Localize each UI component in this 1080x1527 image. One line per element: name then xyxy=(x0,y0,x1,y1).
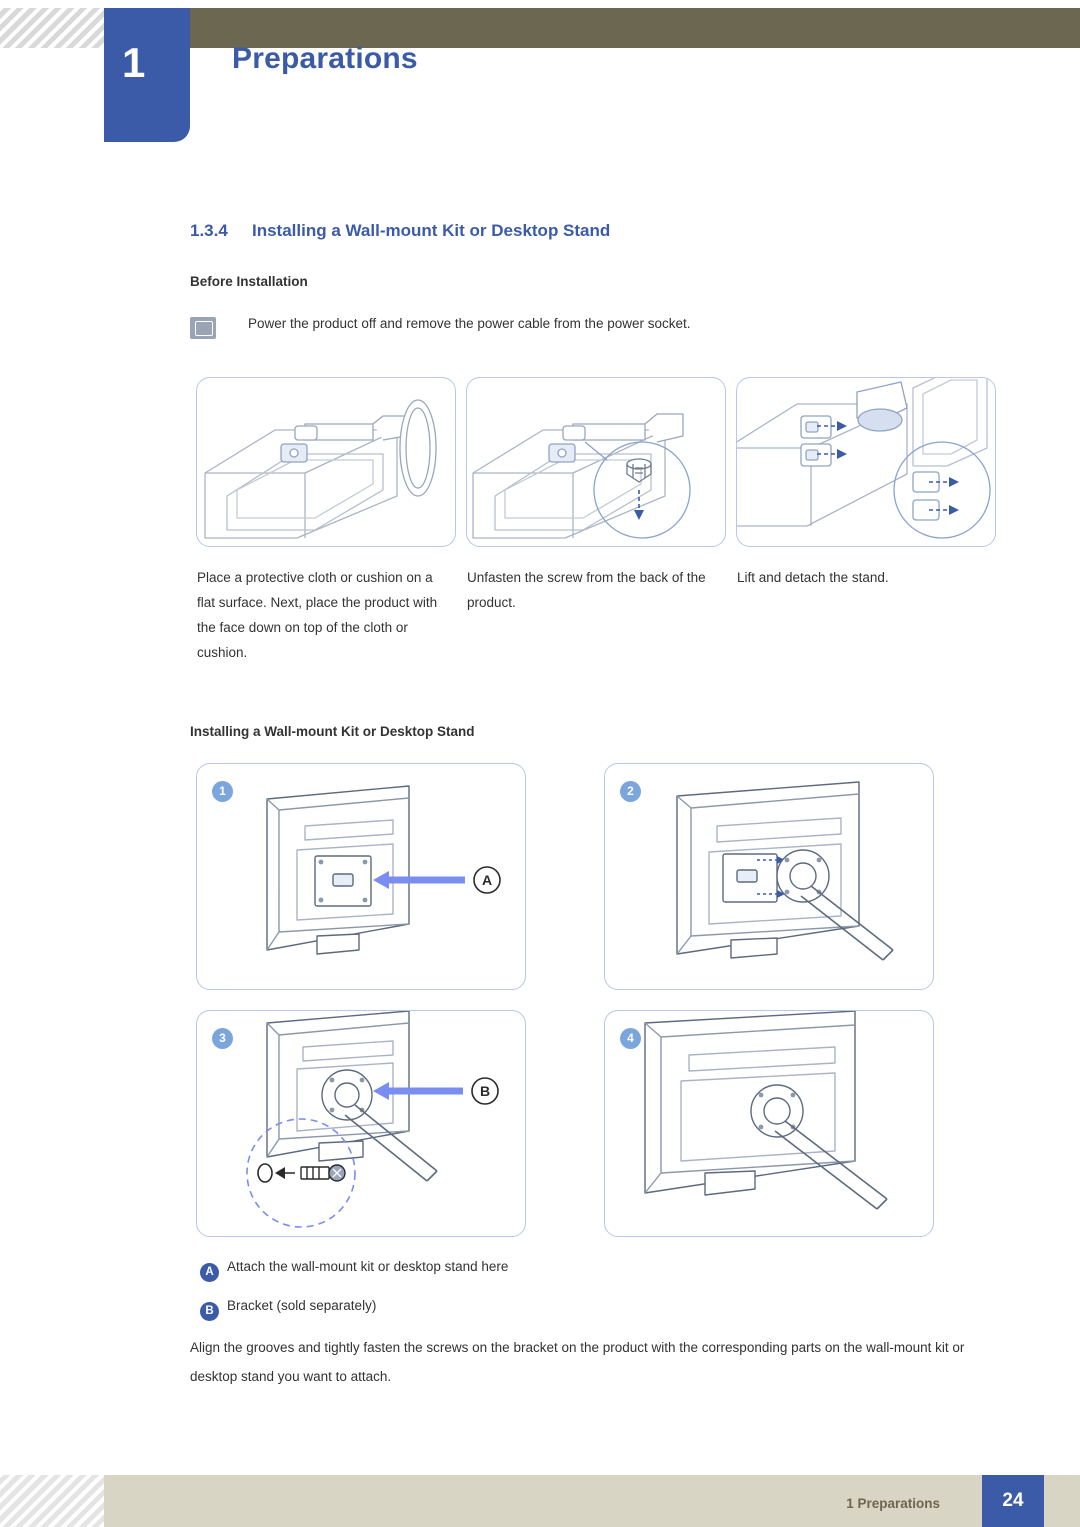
footer-text: 1 Preparations xyxy=(846,1496,940,1511)
figure-lift-detach-stand xyxy=(736,377,996,547)
svg-text:A: A xyxy=(482,872,492,888)
section-number: 1.3.4 xyxy=(190,221,228,240)
figure-step-3: B xyxy=(196,1010,526,1237)
figure-unfasten-screw xyxy=(466,377,726,547)
legend-text-b: Bracket (sold separately) xyxy=(227,1298,377,1313)
step-number-1: 1 xyxy=(212,781,233,802)
legend-item-a: A Attach the wall-mount kit or desktop st… xyxy=(200,1259,508,1282)
chapter-tab xyxy=(104,8,190,142)
step-number-4: 4 xyxy=(620,1028,641,1049)
install-section-heading: Installing a Wall-mount Kit or Desktop S… xyxy=(190,724,475,739)
step-number-3: 3 xyxy=(212,1028,233,1049)
figure-step-4 xyxy=(604,1010,934,1237)
figure-caption-3: Lift and detach the stand. xyxy=(737,570,889,585)
note-text: Power the product off and remove the pow… xyxy=(248,316,691,331)
step-number-2: 2 xyxy=(620,781,641,802)
page-header: 1 Preparations xyxy=(0,0,1080,148)
svg-text:B: B xyxy=(480,1083,490,1099)
figure-step-1: A xyxy=(196,763,526,990)
badge-b: B xyxy=(200,1302,219,1321)
legend-text-a: Attach the wall-mount kit or desktop sta… xyxy=(227,1259,509,1274)
before-installation-heading: Before Installation xyxy=(190,274,308,289)
section-title: Installing a Wall-mount Kit or Desktop S… xyxy=(252,221,611,240)
figure-place-protective-cloth xyxy=(196,377,456,547)
header-hatch-decoration xyxy=(0,8,104,48)
body-paragraph: Align the grooves and tightly fasten the… xyxy=(190,1340,965,1384)
badge-a: A xyxy=(200,1263,219,1282)
figure-step-2 xyxy=(604,763,934,990)
footer-page-number: 24 xyxy=(982,1475,1044,1527)
note-icon xyxy=(190,317,216,339)
legend-item-b: B Bracket (sold separately) xyxy=(200,1298,376,1321)
figure-caption-2: Unfasten the screw from the back of the … xyxy=(467,570,706,610)
footer-hatch-decoration xyxy=(0,1475,104,1527)
chapter-number: 1 xyxy=(122,39,146,86)
chapter-title: Preparations xyxy=(232,42,418,75)
figure-caption-1: Place a protective cloth or cushion on a… xyxy=(197,570,438,660)
